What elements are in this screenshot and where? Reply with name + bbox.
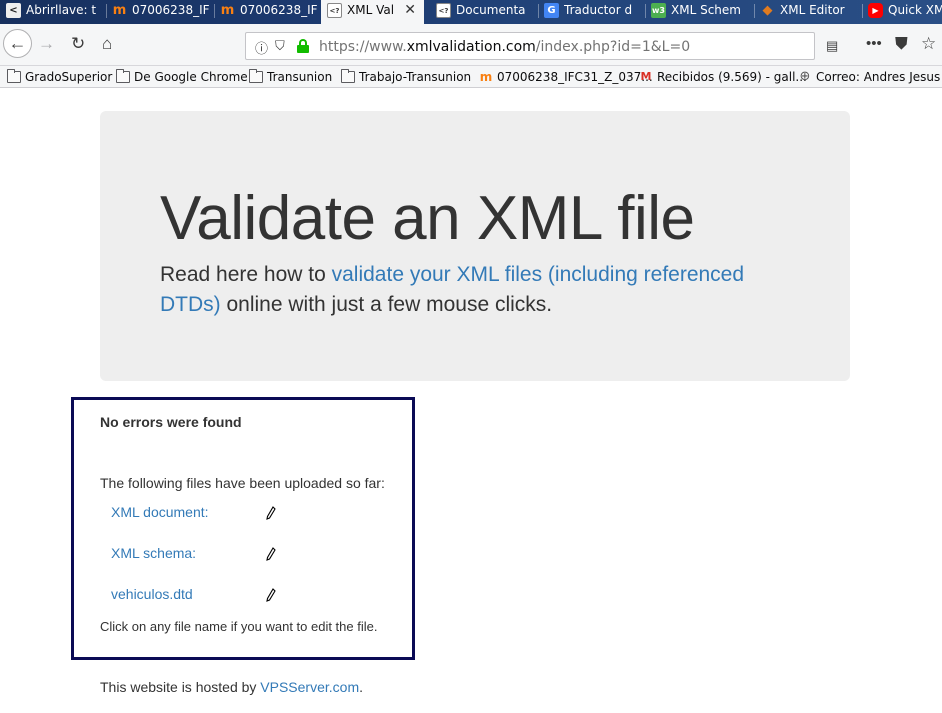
tab-moodle-2[interactable]: m 07006238_IF: [214, 0, 318, 24]
result-status: No errors were found: [100, 414, 242, 430]
tracking-shield-icon[interactable]: ⛉: [275, 38, 285, 54]
moodle-icon: m: [479, 70, 493, 84]
uploaded-files-intro: The following files have been uploaded s…: [100, 475, 385, 491]
bookmark-moodle-course[interactable]: m 07006238_IFC31_Z_037...: [479, 68, 653, 86]
folder-icon: [249, 69, 263, 83]
footer-hosted-by: This website is hosted by VPSServer.com.: [100, 679, 364, 695]
xml-schema-link[interactable]: XML schema:: [111, 545, 196, 561]
xml-document-link[interactable]: XML document:: [111, 504, 209, 520]
tab-documenta[interactable]: <? Documenta: [430, 0, 534, 24]
bookmark-transunion[interactable]: Transunion: [249, 68, 332, 86]
hero-jumbotron: Validate an XML file Read here how to va…: [100, 111, 850, 381]
moodle-icon: m: [220, 3, 235, 18]
folder-icon: [116, 69, 130, 83]
vpsserver-link[interactable]: VPSServer.com: [260, 679, 359, 695]
globe-icon: ⊕: [799, 69, 811, 84]
bookmark-correo[interactable]: ⊕ Correo: Andres Jesus ...: [798, 68, 942, 86]
pencil-edit-icon[interactable]: [266, 588, 276, 602]
gmail-icon: M: [640, 70, 652, 83]
tab-xml-validation[interactable]: <? XML Val ✕: [321, 0, 424, 24]
forward-button[interactable]: →: [38, 34, 55, 54]
hero-lead: Read here how to validate your XML files…: [160, 263, 745, 316]
home-button[interactable]: ⌂: [102, 34, 112, 54]
edit-hint: Click on any file name if you want to ed…: [100, 619, 378, 634]
file-row-xml-schema: XML schema:: [111, 545, 276, 561]
moodle-icon: m: [112, 3, 127, 18]
bookmark-de-google-chrome[interactable]: De Google Chrome: [116, 68, 248, 86]
google-translate-icon: G: [544, 3, 559, 18]
page-title: Validate an XML file: [160, 184, 695, 253]
xml-editor-icon: ◆: [762, 3, 773, 18]
info-icon[interactable]: ⓘ: [255, 38, 268, 57]
address-bar[interactable]: ⓘ ⛉ https://www.xmlvalidation.com/index.…: [245, 32, 838, 60]
pocket-icon[interactable]: ⛊: [895, 34, 908, 54]
reload-button[interactable]: ↻: [71, 34, 85, 54]
reader-view-icon[interactable]: ▤: [826, 38, 838, 54]
page-actions-icon[interactable]: •••: [866, 34, 882, 54]
tab-strip: < Abrirllave: t m 07006238_IF m 07006238…: [0, 0, 942, 24]
abrirllave-icon: <: [6, 3, 21, 18]
tab-xml-schema[interactable]: w3 XML Schem: [645, 0, 751, 24]
pencil-edit-icon[interactable]: [266, 547, 276, 561]
file-row-xml-document: XML document:: [111, 504, 276, 520]
file-row-vehiculos-dtd: vehiculos.dtd: [111, 586, 276, 602]
w3schools-icon: w3: [651, 3, 666, 18]
xml-page-icon: <?: [436, 3, 451, 18]
bookmark-star-icon[interactable]: ☆: [921, 34, 936, 54]
xml-page-icon: <?: [327, 3, 342, 18]
youtube-icon: ▶: [868, 3, 883, 18]
folder-icon: [341, 69, 355, 83]
vehiculos-dtd-link[interactable]: vehiculos.dtd: [111, 586, 193, 602]
bookmarks-toolbar: GradoSuperior De Google Chrome Transunio…: [0, 66, 942, 88]
folder-icon: [7, 69, 21, 83]
tab-quick-xml[interactable]: ▶ Quick XM: [862, 0, 942, 24]
back-arrow-icon: ←: [8, 33, 27, 53]
back-button[interactable]: ←: [3, 29, 32, 58]
bookmark-gradosuperior[interactable]: GradoSuperior: [7, 68, 112, 86]
tab-xml-editor[interactable]: ◆ XML Editor: [754, 0, 858, 24]
lock-icon[interactable]: [297, 39, 309, 53]
tab-moodle-1[interactable]: m 07006238_IF: [106, 0, 210, 24]
validation-result-panel: No errors were found The following files…: [71, 397, 415, 660]
tab-abrirllave[interactable]: < Abrirllave: t: [0, 0, 100, 24]
bookmark-gmail[interactable]: M Recibidos (9.569) - gall...: [639, 68, 807, 86]
url-text[interactable]: https://www.xmlvalidation.com/index.php?…: [319, 39, 690, 55]
close-tab-icon[interactable]: ✕: [404, 0, 416, 20]
pencil-edit-icon[interactable]: [266, 506, 276, 520]
navigation-toolbar: ← → ↻ ⌂ ⓘ ⛉ https://www.xmlvalidation.co…: [0, 24, 942, 66]
bookmark-trabajo-transunion[interactable]: Trabajo-Transunion: [341, 68, 471, 86]
tab-traductor[interactable]: G Traductor d: [538, 0, 642, 24]
